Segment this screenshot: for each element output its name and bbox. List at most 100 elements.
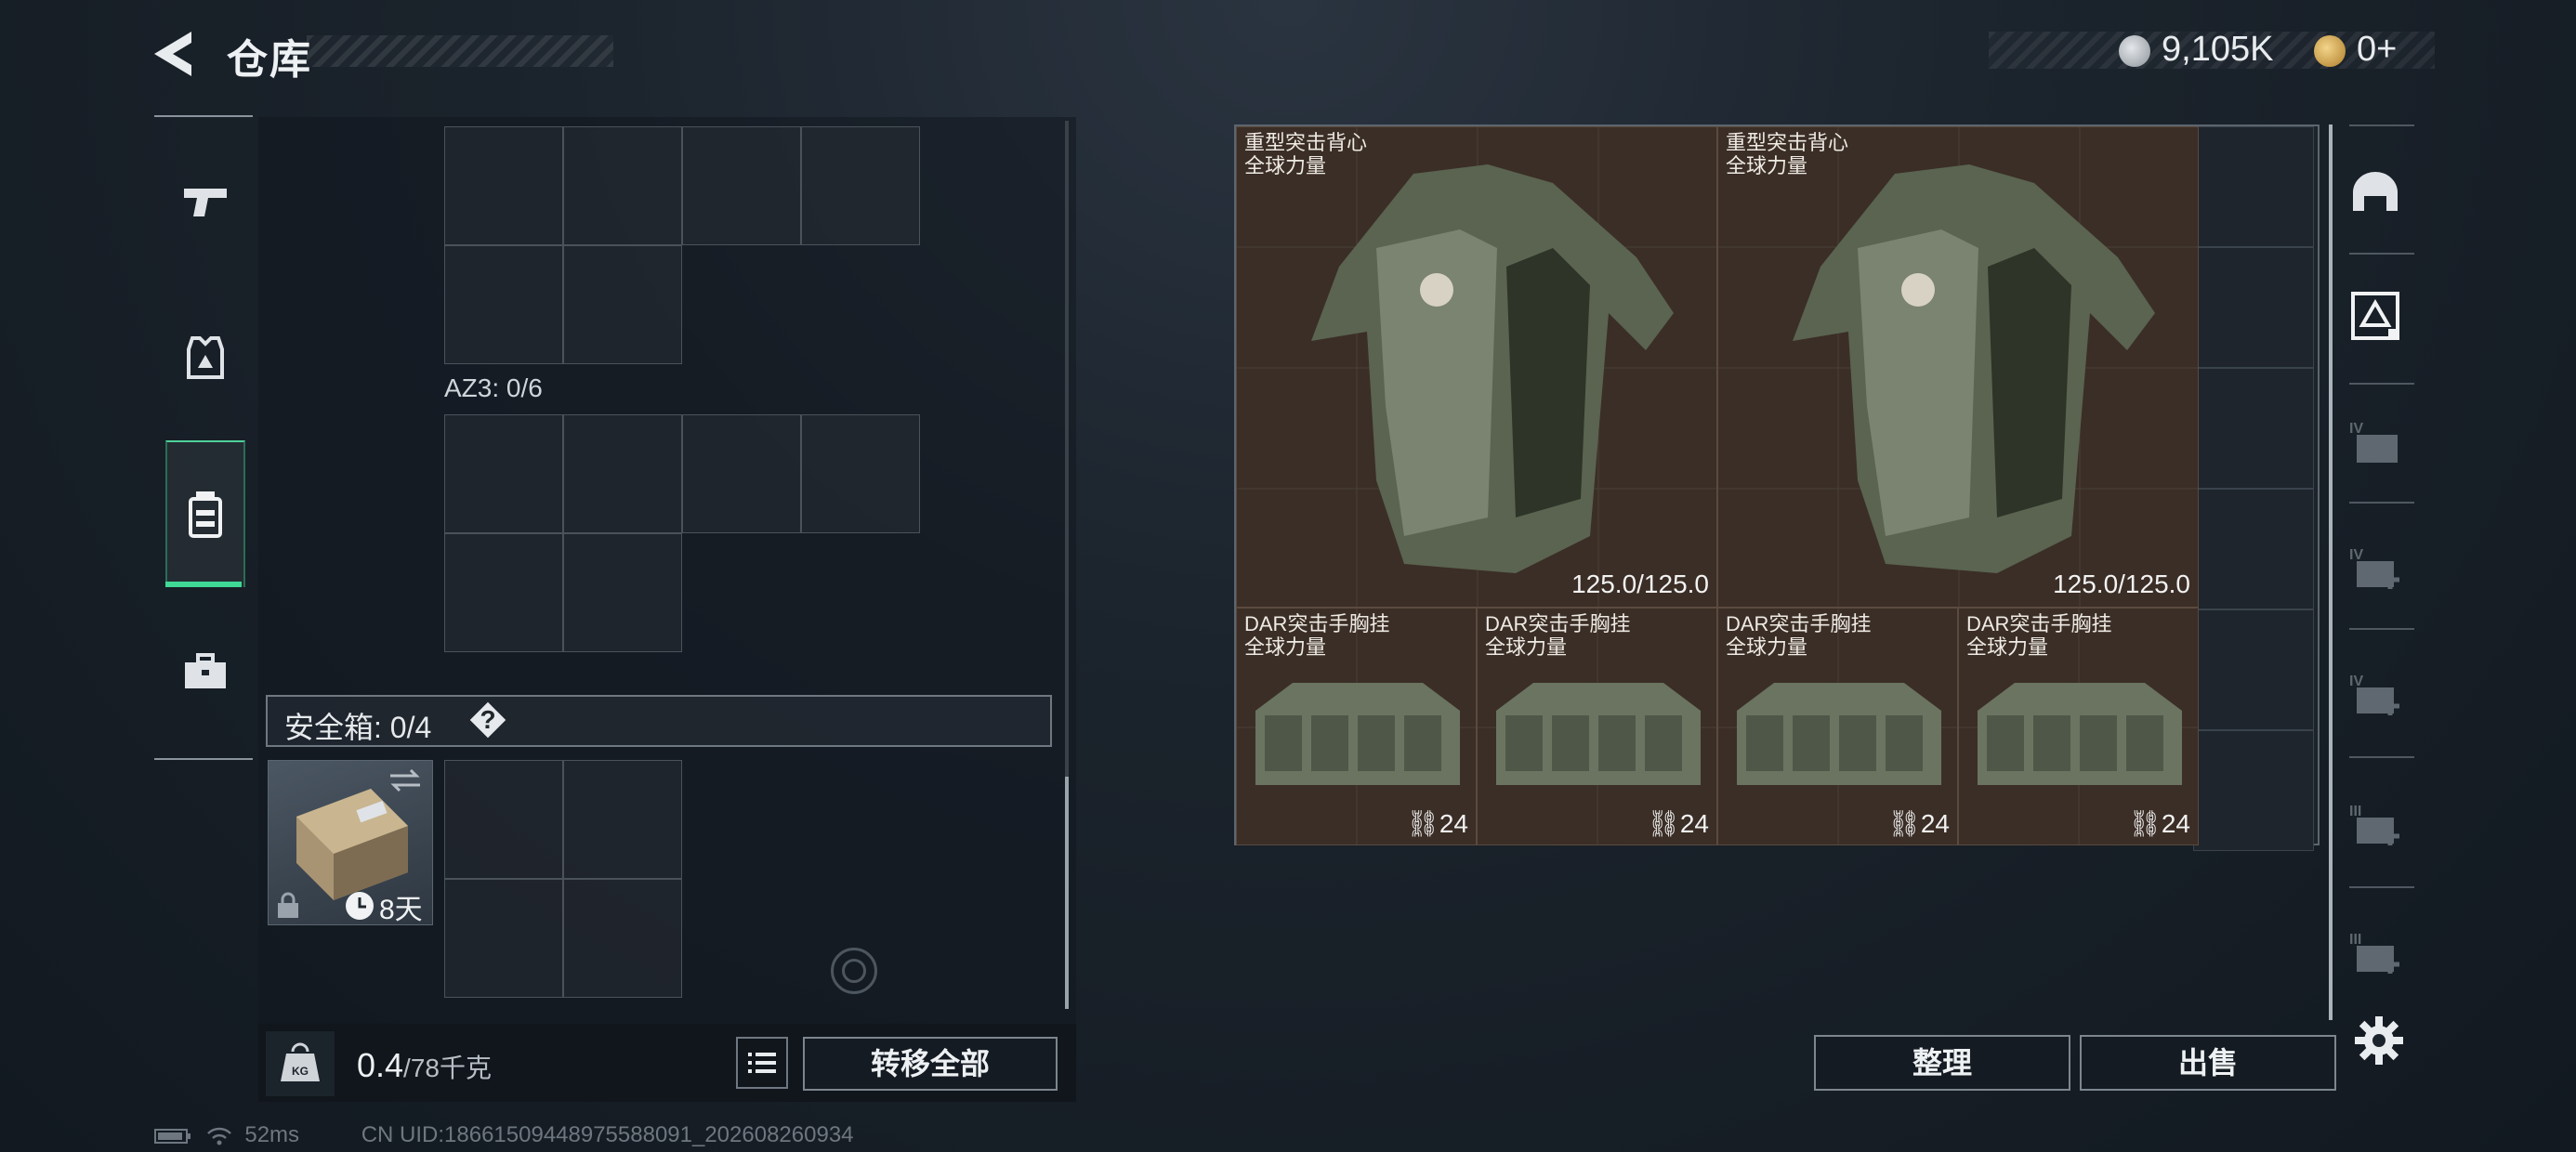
safebox-label: 安全箱: 0/4 (284, 711, 432, 744)
grid-slot[interactable] (801, 414, 920, 533)
silver-currency-value: 9,105K (2162, 30, 2274, 69)
item-name: DAR突击手胸挂 全球力量 (1485, 612, 1631, 659)
stash-slot[interactable] (2193, 730, 2314, 851)
wifi-icon (206, 1127, 231, 1145)
stash-slot[interactable] (2193, 126, 2314, 247)
stash-scrollbar[interactable] (2329, 124, 2333, 1020)
stash-item-chest-rig[interactable]: DAR突击手胸挂 全球力量 ⛓24 (1477, 608, 1717, 845)
item-name: 重型突击背心 全球力量 (1726, 131, 1849, 177)
tier-iv-folder-icon: IV (2349, 421, 2398, 463)
grid-slot[interactable] (563, 414, 682, 533)
weight-current: 0.4 (357, 1046, 404, 1084)
gold-currency-value[interactable]: 0+ (2357, 30, 2397, 70)
grid-slot[interactable] (563, 760, 682, 879)
svg-text:III: III (2349, 932, 2361, 948)
heavy-assault-vest-icon (1718, 127, 2198, 607)
nav-top-divider (154, 115, 253, 117)
briefcase-icon (185, 653, 226, 688)
nav-active-indicator (165, 582, 242, 587)
weight-readout: 0.4/78千克 (357, 1046, 492, 1085)
backpack-tab[interactable] (164, 472, 247, 556)
swap-icon[interactable] (388, 767, 422, 793)
svg-text:IV: IV (2349, 547, 2363, 563)
settings-gear-icon[interactable] (2353, 1015, 2405, 1067)
grid-slot[interactable] (801, 126, 920, 245)
heavy-assault-vest-icon (1237, 127, 1716, 607)
stash-slot[interactable] (2193, 609, 2314, 730)
right-tab-tier-iii-medkit[interactable]: III (2346, 923, 2405, 983)
ping-value: 52ms (244, 1122, 300, 1147)
supplies-tab[interactable] (164, 630, 247, 713)
weapon-tab[interactable] (164, 160, 247, 243)
weight-icon: KG (281, 1042, 320, 1081)
tier-iii-medkit-icon: III (2349, 804, 2399, 845)
armor-tab[interactable] (164, 316, 247, 399)
grid-slot[interactable] (563, 533, 682, 652)
svg-text:KG: KG (292, 1065, 309, 1078)
right-nav-divider (2349, 253, 2414, 255)
capacity-icon: ⛓ (1406, 809, 1439, 838)
grid-slot[interactable] (444, 245, 563, 364)
safebox-days-remaining: 8天 (379, 895, 423, 925)
status-line: 52ms CN UID:18661509448975588091_2026082… (154, 1122, 854, 1148)
right-tab-tier-iii-medkit[interactable]: III (2346, 795, 2405, 855)
sell-button[interactable]: 出售 (2080, 1035, 2336, 1091)
grid-slot[interactable] (682, 414, 801, 533)
item-capacity: ⛓24 (1887, 809, 1950, 838)
grid-slot[interactable] (444, 414, 563, 533)
weight-max: /78千克 (403, 1054, 492, 1082)
page-title: 仓库 (227, 37, 312, 83)
list-view-button[interactable] (736, 1037, 788, 1089)
right-nav-divider (2349, 628, 2414, 630)
grid-slot[interactable] (563, 879, 682, 998)
back-arrow-icon (154, 32, 191, 76)
back-button[interactable] (149, 28, 204, 80)
item-capacity: ⛓24 (2128, 809, 2190, 838)
item-capacity: ⛓24 (1406, 809, 1468, 838)
right-nav-divider (2349, 124, 2414, 126)
stash-slot[interactable] (2193, 489, 2314, 609)
uid-text: CN UID:18661509448975588091_202608260934 (361, 1122, 854, 1147)
backpack-icon (189, 491, 222, 538)
loadout-scrollbar-thumb[interactable] (1065, 777, 1069, 1009)
grid-slot[interactable] (444, 879, 563, 998)
list-icon (748, 1053, 776, 1073)
tier-iv-medkit-icon: IV (2349, 547, 2399, 589)
capacity-icon: ⛓ (2128, 809, 2162, 838)
silver-coin-icon (2119, 35, 2150, 67)
stash-item-chest-rig[interactable]: DAR突击手胸挂 全球力量 ⛓24 (1236, 608, 1477, 845)
right-tab-armor[interactable] (2346, 286, 2405, 346)
right-nav-divider (2349, 383, 2414, 385)
stash-item-heavy-vest[interactable]: 重型突击背心 全球力量 125.0/125.0 (1236, 126, 1717, 608)
tier-iii-medkit-icon: III (2349, 932, 2399, 974)
transfer-all-button[interactable]: 转移全部 (803, 1037, 1058, 1091)
stash-item-chest-rig[interactable]: DAR突击手胸挂 全球力量 ⛓24 (1717, 608, 1958, 845)
vest-icon (187, 336, 224, 379)
stash-slot[interactable] (2193, 247, 2314, 368)
help-icon: ? (480, 705, 496, 734)
right-tab-helmet[interactable] (2346, 162, 2405, 221)
stash-item-chest-rig[interactable]: DAR突击手胸挂 全球力量 ⛓24 (1958, 608, 2199, 845)
item-durability: 125.0/125.0 (1571, 569, 1709, 598)
grid-slot[interactable] (444, 533, 563, 652)
lock-icon (278, 892, 298, 918)
organize-button[interactable]: 整理 (1814, 1035, 2070, 1091)
svg-text:IV: IV (2349, 674, 2363, 689)
armor-level-icon (2351, 292, 2399, 340)
right-nav-divider (2349, 756, 2414, 758)
grid-slot[interactable] (682, 126, 801, 245)
grid-slot[interactable] (444, 126, 563, 245)
right-tab-tier-iv-medkit[interactable]: IV (2346, 539, 2405, 598)
grid-slot[interactable] (563, 126, 682, 245)
right-tab-tier-iv-medkit[interactable]: IV (2346, 665, 2405, 725)
right-nav-divider (2349, 502, 2414, 504)
grid-slot[interactable] (563, 245, 682, 364)
tier-iv-medkit-icon: IV (2349, 674, 2399, 715)
svg-text:IV: IV (2349, 421, 2363, 437)
capacity-icon: ⛓ (1887, 809, 1921, 838)
right-tab-tier-iv-storage[interactable]: IV (2346, 412, 2405, 472)
battery-icon (154, 1128, 191, 1144)
stash-slot[interactable] (2193, 368, 2314, 489)
grid-slot[interactable] (444, 760, 563, 879)
stash-item-heavy-vest[interactable]: 重型突击背心 全球力量 125.0/125.0 (1717, 126, 2199, 608)
